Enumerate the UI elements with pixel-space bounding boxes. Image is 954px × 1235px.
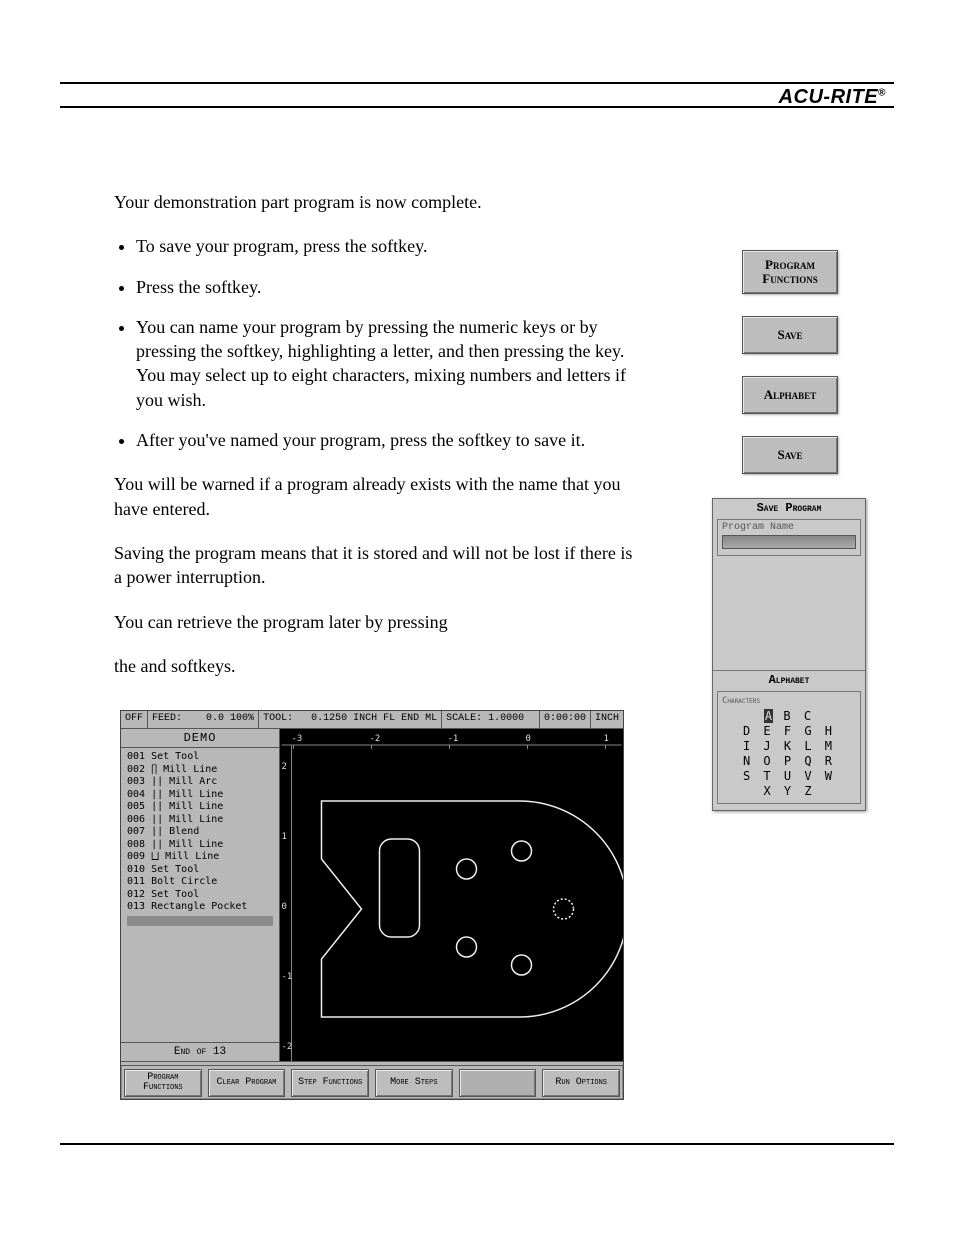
intro-para: Your demonstration part program is now c…	[114, 190, 640, 214]
svg-text:-3: -3	[292, 734, 303, 744]
demo-softkey-row: Program Functions Clear Program Step Fun…	[121, 1065, 623, 1100]
softkey-save-2[interactable]: Save	[742, 436, 838, 474]
svg-text:-1: -1	[448, 734, 459, 744]
step-selection[interactable]	[127, 916, 273, 926]
svg-text:0: 0	[526, 734, 531, 744]
status-time: 0:00:00	[540, 711, 591, 728]
save-program-panel: Save Program Program Name Alphabet Chara…	[712, 498, 866, 811]
steps-end: End of 13	[121, 1042, 279, 1061]
sk-clear-program[interactable]: Clear Program	[208, 1069, 286, 1097]
demo-screenshot: OFF FEED: 0.0 100% TOOL: 0.1250 INCH FL …	[120, 710, 624, 1100]
svg-text:0: 0	[282, 902, 287, 912]
save-panel-title: Save Program	[713, 499, 865, 517]
sk-step-functions[interactable]: Step Functions	[291, 1069, 369, 1097]
sk-run-options[interactable]: Run Options	[542, 1069, 620, 1097]
alphabet-characters[interactable]: Characters A B C D E F G H I J K L M N O…	[717, 691, 861, 804]
step-row[interactable]: 002 ∏ Mill Line	[127, 764, 279, 777]
step-row[interactable]: 001 Set Tool	[127, 751, 279, 764]
step-row[interactable]: 008 || Mill Line	[127, 839, 279, 852]
warn-para: You will be warned if a program already …	[114, 472, 640, 521]
status-off: OFF	[121, 711, 148, 728]
bullet-1: To save your program, press the softkey.	[136, 234, 640, 258]
svg-text:1: 1	[282, 832, 287, 842]
step-row[interactable]: 011 Bolt Circle	[127, 876, 279, 889]
sk-blank	[459, 1069, 537, 1097]
status-feed: FEED: 0.0 100%	[148, 711, 259, 728]
svg-text:-2: -2	[370, 734, 381, 744]
step-row[interactable]: 012 Set Tool	[127, 889, 279, 902]
softkey-alphabet[interactable]: Alphabet	[742, 376, 838, 414]
svg-text:2: 2	[282, 762, 287, 772]
save-para: Saving the program means that it is stor…	[114, 541, 640, 590]
program-title: DEMO	[121, 729, 279, 748]
softkey-save-1[interactable]: Save	[742, 316, 838, 354]
step-row[interactable]: 003 || Mill Arc	[127, 776, 279, 789]
bullet-3: You can name your program by pressing th…	[136, 315, 640, 412]
bullet-2: Press the softkey.	[136, 275, 640, 299]
bullet-4: After you've named your program, press t…	[136, 428, 640, 452]
status-units: INCH	[591, 711, 623, 728]
softkey-program-functions[interactable]: Program Functions	[742, 250, 838, 294]
sk-program-functions[interactable]: Program Functions	[124, 1069, 202, 1097]
program-name-field[interactable]	[722, 535, 856, 549]
status-bar: OFF FEED: 0.0 100% TOOL: 0.1250 INCH FL …	[121, 711, 623, 729]
status-scale: SCALE: 1.0000	[442, 711, 540, 728]
part-graphic-canvas: -3 -2 -1 0 1	[280, 729, 623, 1061]
step-row[interactable]: 007 || Blend	[127, 826, 279, 839]
program-steps: DEMO 001 Set Tool 002 ∏ Mill Line 003 ||…	[121, 729, 280, 1061]
sk-more-steps[interactable]: More Steps	[375, 1069, 453, 1097]
step-row[interactable]: 004 || Mill Line	[127, 789, 279, 802]
step-row[interactable]: 010 Set Tool	[127, 864, 279, 877]
step-row[interactable]: 013 Rectangle Pocket	[127, 901, 279, 914]
program-name-label: Program Name	[722, 522, 856, 533]
alphabet-label: Alphabet	[713, 670, 865, 689]
step-row[interactable]: 006 || Mill Line	[127, 814, 279, 827]
step-row[interactable]: 005 || Mill Line	[127, 801, 279, 814]
main-text: Your demonstration part program is now c…	[114, 190, 640, 698]
status-tool: TOOL: 0.1250 INCH FL END ML	[259, 711, 442, 728]
svg-text:1: 1	[604, 734, 609, 744]
svg-text:-2: -2	[282, 1042, 293, 1052]
retrieve-line2: the and softkeys.	[114, 654, 640, 678]
retrieve-line1: You can retrieve the program later by pr…	[114, 610, 640, 634]
step-row[interactable]: 009 ⨆ Mill Line	[127, 851, 279, 864]
softkey-column: Program Functions Save Alphabet Save	[740, 250, 840, 474]
svg-text:-1: -1	[282, 972, 293, 982]
